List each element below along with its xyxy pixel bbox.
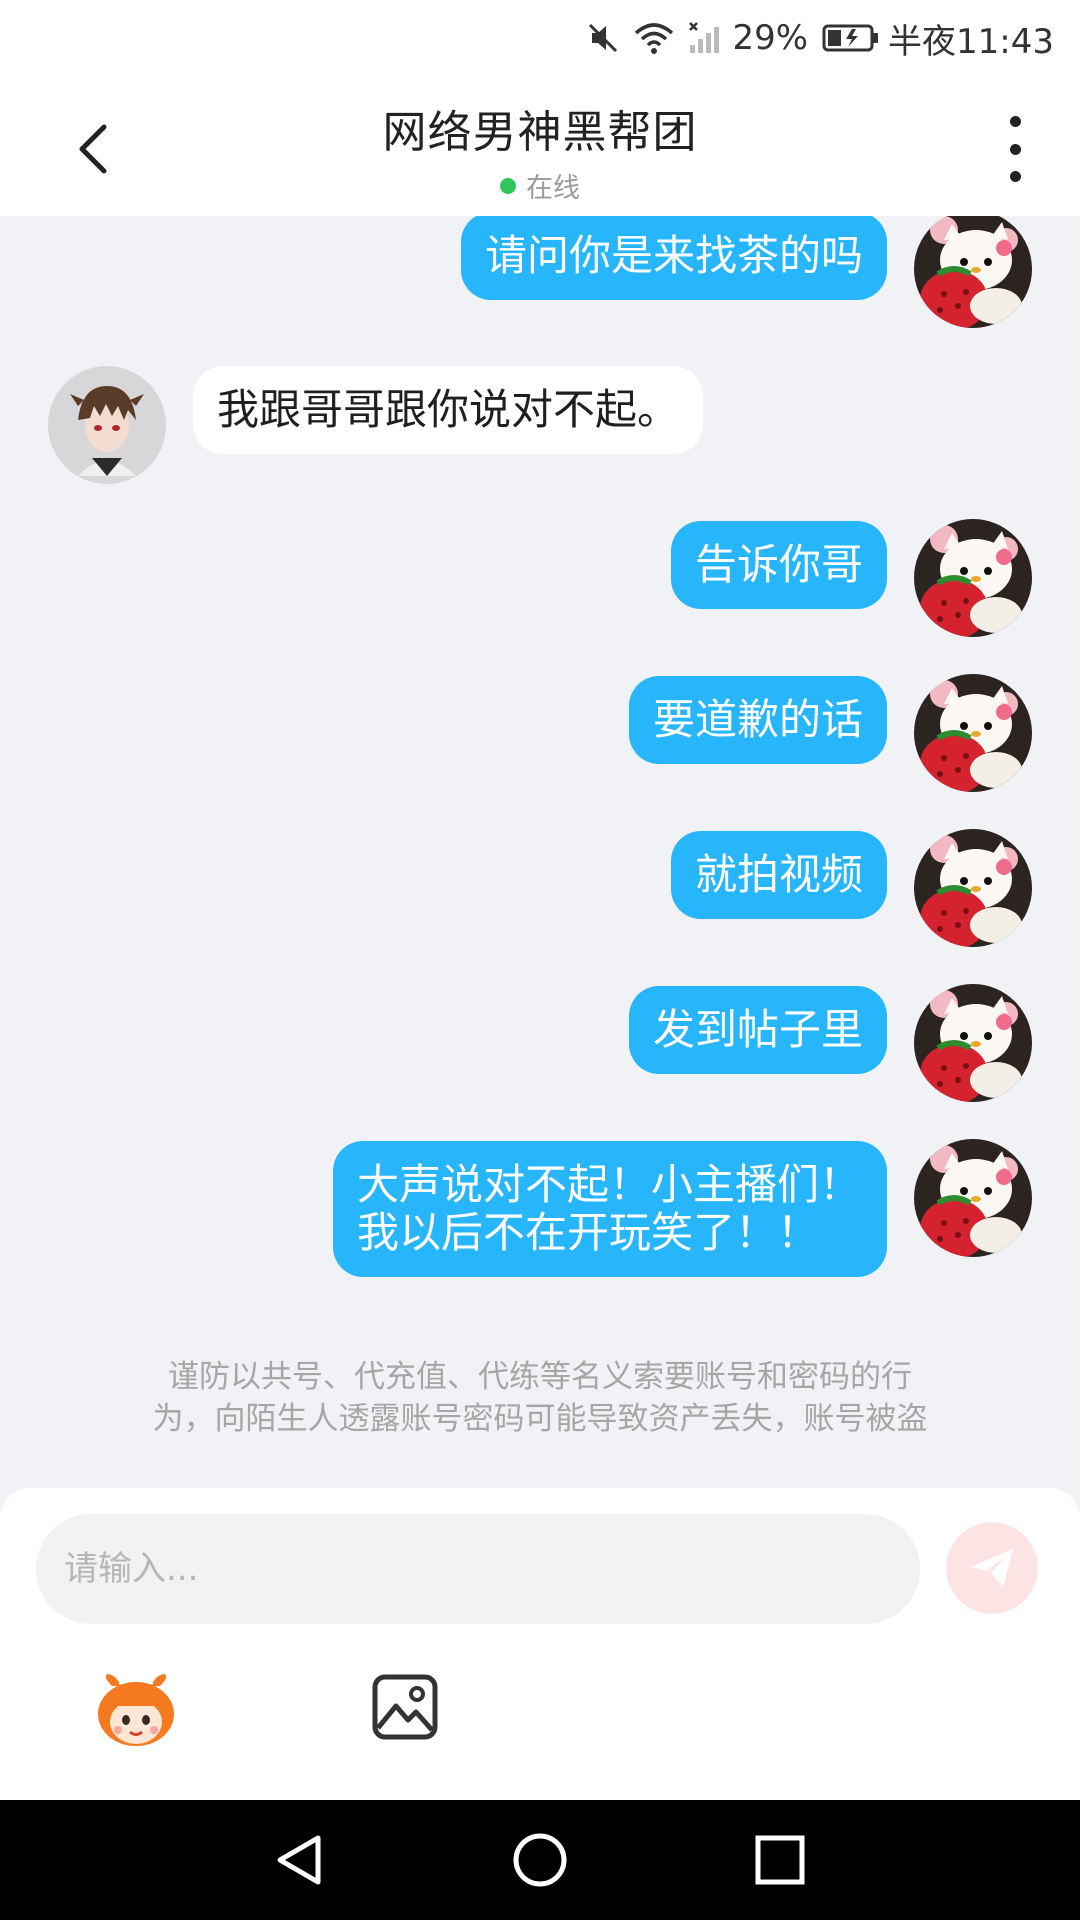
message-bubble-outgoing[interactable]: 就拍视频 — [670, 831, 887, 919]
more-vertical-icon — [1009, 116, 1021, 127]
my-avatar[interactable] — [914, 984, 1032, 1102]
my-avatar[interactable] — [914, 216, 1032, 328]
square-recents-icon — [755, 1835, 805, 1885]
triangle-back-icon — [277, 1835, 321, 1885]
my-avatar[interactable] — [914, 1139, 1032, 1257]
message-bubble-outgoing[interactable]: 请问你是来找茶的吗 — [460, 216, 887, 300]
send-button[interactable] — [946, 1522, 1038, 1614]
notice-line: 谨防以共号、代充值、代练等名义索要账号和密码的行 — [168, 1359, 912, 1395]
avatar-image — [914, 216, 1032, 328]
message-input[interactable] — [36, 1514, 920, 1624]
notice-line: 为，向陌生人透露账号密码可能导致资产丢失，账号被盗 — [152, 1401, 928, 1437]
avatar-image — [914, 1139, 1032, 1257]
my-avatar[interactable] — [914, 829, 1032, 947]
online-status-label: 在线 — [526, 173, 580, 204]
online-status: 在线 — [0, 166, 1080, 205]
mascot-emoji-icon — [98, 1674, 174, 1746]
signal-icon — [688, 21, 724, 55]
avatar-image — [914, 519, 1032, 637]
image-button[interactable] — [370, 1672, 440, 1742]
nav-back-button[interactable] — [270, 1830, 330, 1890]
avatar-image — [914, 829, 1032, 947]
message-line: 大声说对不起！小主播们！ — [356, 1160, 861, 1209]
emoji-button[interactable] — [92, 1672, 180, 1752]
avatar-image — [914, 984, 1032, 1102]
my-avatar[interactable] — [914, 519, 1032, 637]
image-icon — [372, 1674, 438, 1740]
battery-percent: 29% — [732, 18, 809, 58]
mute-icon — [586, 21, 620, 55]
message-bubble-outgoing[interactable]: 大声说对不起！小主播们！ 我以后不在开玩笑了！！ — [332, 1141, 887, 1277]
title-block: 网络男神黑帮团 在线 — [0, 96, 1080, 205]
paper-plane-icon — [971, 1549, 1013, 1587]
wifi-icon — [634, 21, 674, 55]
chat-title: 网络男神黑帮团 — [382, 107, 698, 158]
clock: 半夜11:43 — [888, 21, 1054, 62]
security-notice: 谨防以共号、代充值、代练等名义索要账号和密码的行 为，向陌生人透露账号密码可能导… — [80, 1356, 1000, 1440]
contact-avatar[interactable] — [48, 366, 166, 484]
input-panel — [0, 1488, 1080, 1800]
chat-header: 网络男神黑帮团 在线 — [0, 76, 1080, 216]
message-list[interactable]: 请问你是来找茶的吗 我跟哥哥跟你说对不起。 告诉你哥 要道歉的话 就拍视频 发到… — [0, 216, 1080, 1488]
status-bar: 29% 半夜11:43 — [0, 0, 1080, 76]
online-dot — [500, 177, 516, 194]
circle-home-icon — [513, 1833, 567, 1887]
nav-home-button[interactable] — [510, 1830, 570, 1890]
message-bubble-outgoing[interactable]: 告诉你哥 — [670, 521, 887, 609]
my-avatar[interactable] — [914, 674, 1032, 792]
message-bubble-outgoing[interactable]: 发到帖子里 — [628, 986, 887, 1074]
system-nav-bar — [0, 1800, 1080, 1920]
message-bubble-incoming[interactable]: 我跟哥哥跟你说对不起。 — [193, 366, 704, 454]
battery-icon — [822, 23, 880, 53]
more-options-button[interactable] — [1000, 116, 1030, 182]
nav-recents-button[interactable] — [750, 1830, 810, 1890]
avatar-image — [914, 674, 1032, 792]
message-bubble-outgoing[interactable]: 要道歉的话 — [628, 676, 887, 764]
message-line: 我以后不在开玩笑了！！ — [356, 1208, 819, 1257]
avatar-image — [48, 366, 166, 484]
